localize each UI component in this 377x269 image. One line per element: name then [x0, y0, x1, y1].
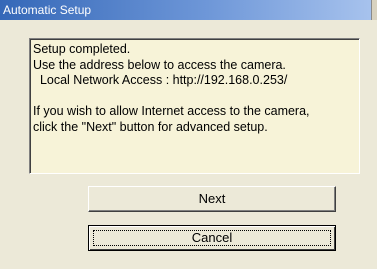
- message-line-completed: Setup completed.: [33, 42, 131, 56]
- cancel-button-label: Cancel: [191, 230, 233, 245]
- title-bar[interactable]: Automatic Setup: [0, 0, 377, 20]
- message-line-instructions: Use the address below to access the came…: [33, 57, 286, 72]
- setup-message-box: Setup completed. Use the address below t…: [29, 38, 360, 174]
- message-spacer: [33, 89, 359, 105]
- automatic-setup-window: Automatic Setup Setup completed. Use the…: [0, 0, 377, 269]
- next-button[interactable]: Next: [88, 186, 336, 212]
- message-line-next-hint: click the "Next" button for advanced set…: [33, 119, 268, 134]
- title-bar-control[interactable]: [371, 0, 377, 20]
- message-line-internet-access: If you wish to allow Internet access to …: [33, 104, 310, 118]
- next-button-label: Next: [198, 191, 226, 206]
- message-line-local-address: Local Network Access : http://192.168.0.…: [33, 73, 288, 87]
- cancel-button[interactable]: Cancel: [88, 225, 336, 251]
- window-title: Automatic Setup: [3, 3, 92, 17]
